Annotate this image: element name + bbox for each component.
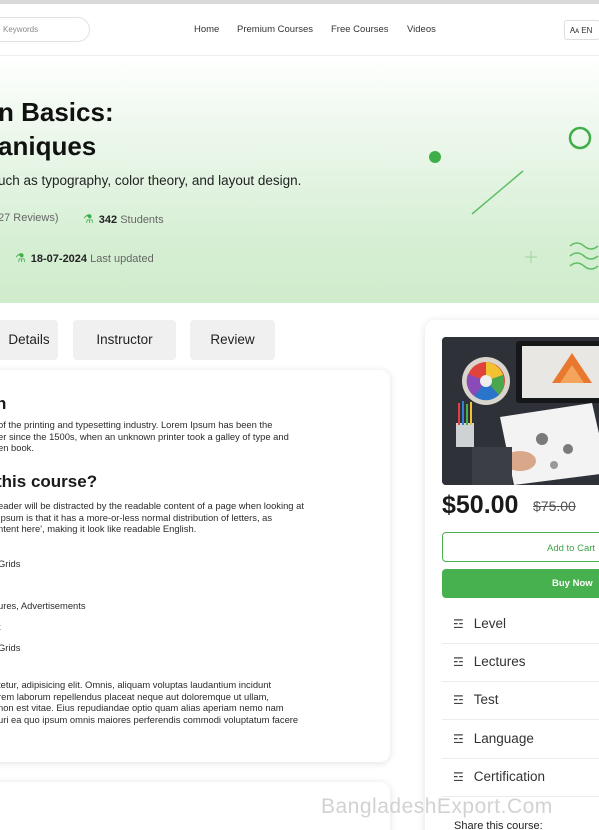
translate-icon: 🗛 (570, 26, 580, 35)
watermark: BangladeshExport.Com (321, 795, 553, 818)
nav-videos[interactable]: Videos (407, 24, 436, 35)
share-label: Share this course: (454, 820, 543, 830)
sliders-icon: ☲ (453, 770, 464, 784)
tab-details[interactable]: Details (0, 320, 58, 360)
current-price: $50.00 (442, 491, 519, 519)
search-input[interactable]: Keywords (0, 17, 90, 42)
nav-home[interactable]: Home (194, 24, 219, 35)
sliders-icon: ☲ (453, 617, 464, 631)
nav-free-courses[interactable]: Free Courses (331, 24, 389, 35)
learn-text: eader will be distracted by the readable… (0, 500, 304, 535)
dot-decoration (429, 151, 441, 163)
list-item: Grids (0, 558, 21, 569)
nav-premium-courses[interactable]: Premium Courses (237, 24, 313, 35)
list-item: t (0, 621, 1, 633)
sliders-icon: ☲ (453, 655, 464, 669)
learn-heading: this course? (0, 472, 98, 491)
info-item-certification: ☲ Certification (442, 759, 599, 797)
original-price: $75.00 (533, 498, 576, 514)
tab-review[interactable]: Review (190, 320, 275, 360)
list-item: ures, Advertisements (0, 600, 86, 611)
sparkle-decoration (525, 251, 537, 263)
description-heading: n (0, 394, 7, 413)
course-thumbnail (442, 337, 599, 485)
add-to-cart-button[interactable]: Add to Cart (442, 532, 599, 562)
info-item-level: ☲ Level (442, 606, 599, 644)
info-item-language: ☲ Language (442, 721, 599, 759)
tab-instructor[interactable]: Instructor (73, 320, 176, 360)
line-decoration (471, 170, 524, 215)
wave-decoration (569, 242, 599, 270)
buy-now-button[interactable]: Buy Now (442, 569, 599, 598)
course-hero: n Basics: aniques uch as typography, col… (0, 57, 599, 303)
thumbnail-image (442, 337, 599, 485)
sliders-icon: ☲ (453, 693, 464, 707)
ring-decoration (568, 126, 592, 150)
language-selector[interactable]: 🗛 EN (564, 20, 599, 40)
list-item: Grids (0, 642, 21, 653)
description-text: of the printing and typesetting industry… (0, 419, 289, 454)
language-label: EN (581, 26, 593, 35)
site-header: Keywords Home Premium Courses Free Cours… (0, 4, 599, 56)
extra-text: tetur, adipisicing elit. Omnis, aliquam … (0, 679, 299, 725)
sliders-icon: ☲ (453, 732, 464, 746)
hero-decoration (429, 126, 599, 270)
info-item-lectures: ☲ Lectures (442, 644, 599, 682)
info-item-test: ☲ Test (442, 682, 599, 720)
